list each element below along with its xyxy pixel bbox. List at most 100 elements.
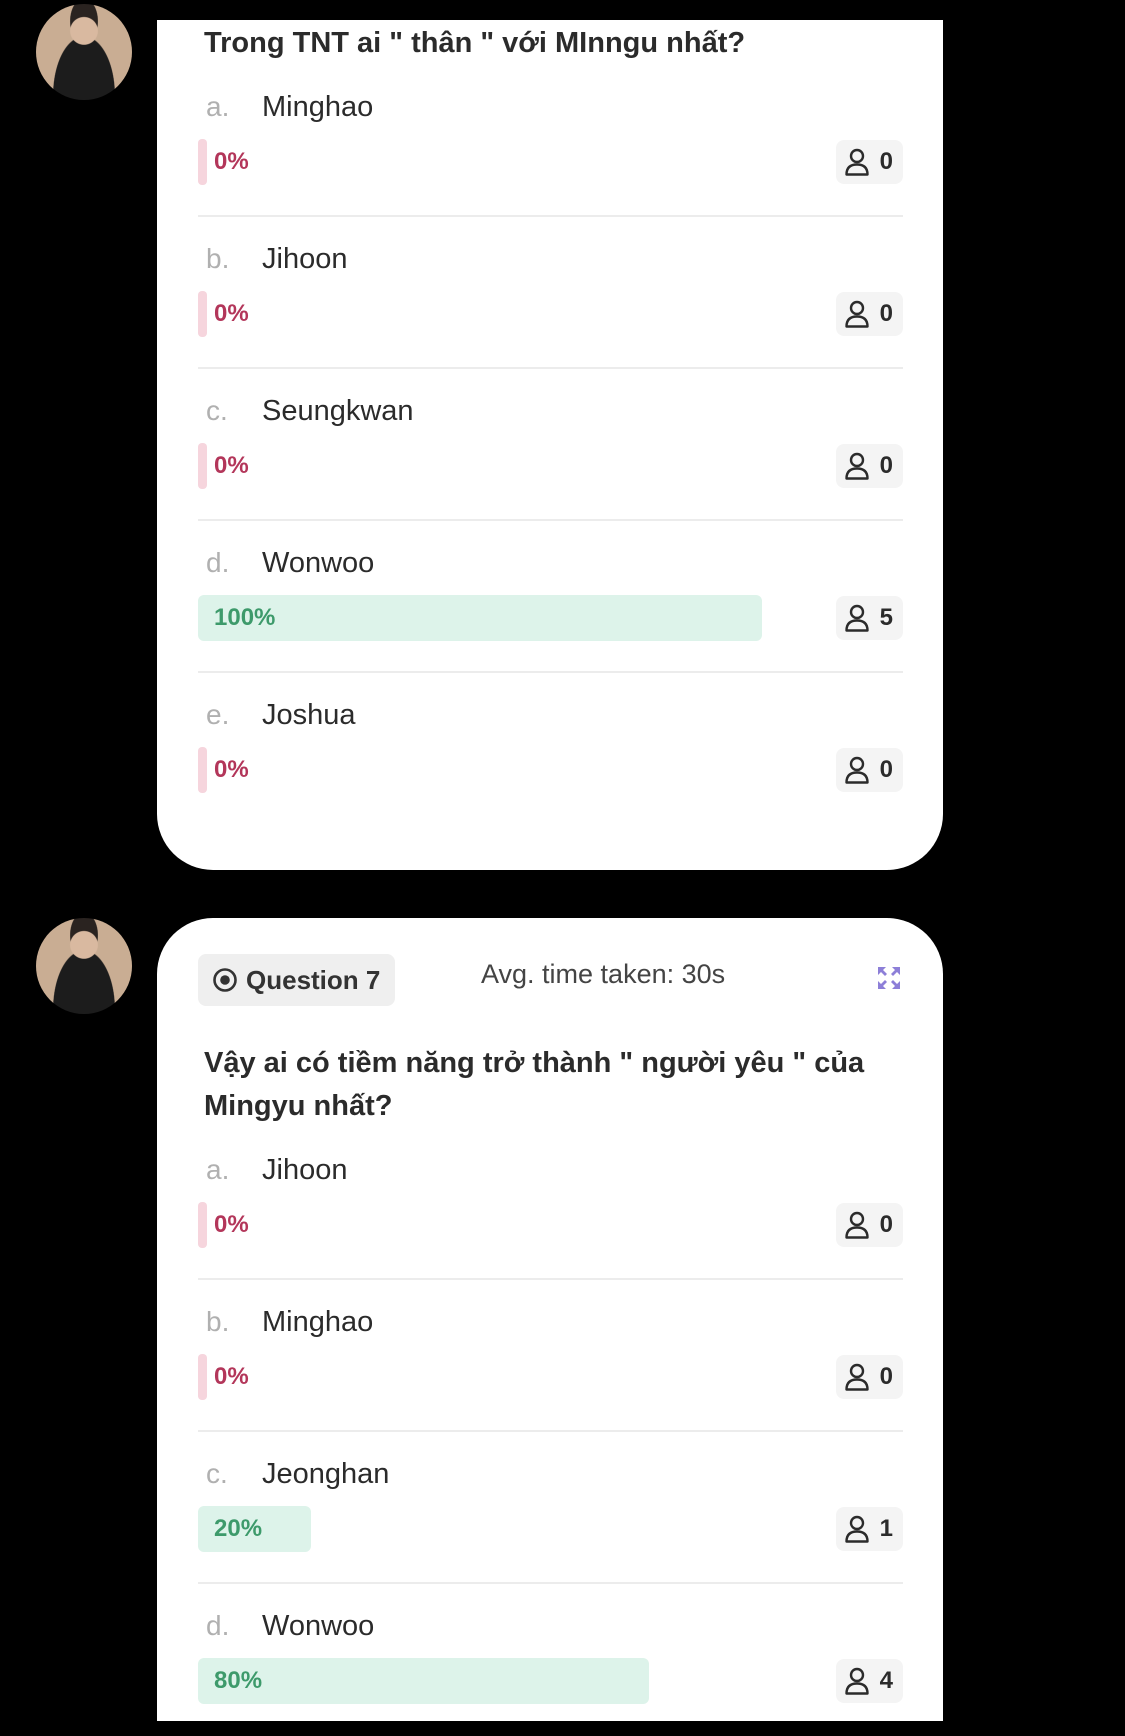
avatar [36, 4, 132, 100]
result-row: 0% 0 [198, 1202, 903, 1248]
poll-option: a. Minghao 0% 0 [198, 65, 903, 217]
result-bar [198, 139, 207, 185]
result-percent: 100% [214, 604, 276, 631]
user-icon [844, 604, 869, 632]
option-letter: e. [206, 699, 230, 730]
poll-option: c. Seungkwan 0% 0 [198, 369, 903, 521]
result-bar [198, 1354, 207, 1400]
result-percent: 0% [214, 452, 249, 479]
option-header: e. Joshua [198, 673, 903, 737]
participant-count-chip[interactable]: 5 [835, 596, 903, 640]
option-letter: b. [206, 1306, 230, 1337]
result-percent: 0% [214, 300, 249, 327]
option-letter: a. [206, 1154, 230, 1185]
result-row: 0% 0 [198, 139, 903, 185]
result-bar [198, 595, 762, 641]
participant-count-chip[interactable]: 0 [835, 292, 903, 336]
participant-count-chip[interactable]: 0 [835, 140, 903, 184]
user-icon [844, 756, 869, 784]
result-percent: 80% [214, 1667, 263, 1694]
option-letter: d. [206, 1610, 230, 1641]
participant-count-chip[interactable]: 0 [835, 1355, 903, 1399]
option-header: c. Jeonghan [198, 1432, 903, 1496]
avg-time: Avg. time taken: 30s [481, 959, 726, 989]
participant-count: 0 [879, 1211, 893, 1238]
option-text: Minghao [262, 90, 374, 123]
options-list: a. Jihoon 0% 0 b. Minghao 0% 0 c. Jeonghan 20% 1 d. W… [198, 1128, 903, 1736]
option-text: Jihoon [262, 242, 348, 275]
result-bar [198, 291, 207, 337]
result-percent: 0% [214, 756, 249, 783]
poll-option: c. Jeonghan 20% 1 [198, 1432, 903, 1584]
option-letter: c. [206, 395, 228, 426]
participant-count: 5 [879, 604, 893, 631]
question-text: Trong TNT ai " thân " với MInngu nhất? [204, 27, 746, 59]
result-percent: 0% [214, 1363, 249, 1390]
avatar [36, 918, 132, 1014]
poll-option: e. Joshua 0% 0 [198, 673, 903, 825]
user-icon [844, 300, 869, 328]
option-text: Joshua [262, 698, 356, 731]
option-letter: a. [206, 91, 230, 122]
options-list: a. Minghao 0% 0 b. Jihoon 0% 0 c. Seungkwan 0% 0 d. W… [198, 65, 903, 825]
question-text: Vậy ai có tiềm năng trở thành " người yê… [204, 1047, 865, 1122]
user-icon [844, 452, 869, 480]
option-header: a. Jihoon [198, 1128, 903, 1192]
poll-option: b. Jihoon 0% 0 [198, 217, 903, 369]
participant-count-chip[interactable]: 4 [835, 1659, 903, 1703]
question-number-chip: Question 7 [198, 954, 395, 1006]
result-row: 20% 1 [198, 1506, 903, 1552]
option-text: Seungkwan [262, 394, 414, 427]
option-text: Jihoon [262, 1153, 348, 1186]
option-letter: d. [206, 547, 230, 578]
participant-count-chip[interactable]: 1 [835, 1507, 903, 1551]
participant-count: 0 [879, 1363, 893, 1390]
result-row: 0% 0 [198, 1354, 903, 1400]
result-percent: 20% [214, 1515, 263, 1542]
option-text: Wonwoo [262, 1609, 375, 1642]
option-header: c. Seungkwan [198, 369, 903, 433]
participant-count: 4 [879, 1667, 893, 1694]
option-header: d. Wonwoo [198, 1584, 903, 1648]
participant-count: 1 [879, 1515, 893, 1542]
option-header: b. Jihoon [198, 217, 903, 281]
option-text: Jeonghan [262, 1457, 390, 1490]
result-row: 100% 5 [198, 595, 903, 641]
question-header: Question 7 Avg. time taken: 30s [198, 936, 903, 1034]
user-icon [844, 1515, 869, 1543]
poll-option: b. Minghao 0% 0 [198, 1280, 903, 1432]
result-bar [198, 1202, 207, 1248]
result-row: 0% 0 [198, 291, 903, 337]
option-header: b. Minghao [198, 1280, 903, 1344]
user-icon [844, 1211, 869, 1239]
result-bar [198, 1658, 650, 1704]
participant-count: 0 [879, 300, 893, 327]
user-icon [844, 1363, 869, 1391]
poll-option: d. Wonwoo 80% 4 [198, 1584, 903, 1736]
poll-option: a. Jihoon 0% 0 [198, 1128, 903, 1280]
poll-card: Question 7 Avg. time taken: 30s Vậy ai c… [157, 918, 943, 1721]
participant-count-chip[interactable]: 0 [835, 1203, 903, 1247]
poll-option: d. Wonwoo 100% 5 [198, 521, 903, 673]
participant-count-chip[interactable]: 0 [835, 748, 903, 792]
result-row: 0% 0 [198, 747, 903, 793]
result-bar [198, 747, 207, 793]
expand-icon[interactable] [877, 966, 901, 990]
participant-count: 0 [879, 452, 893, 479]
radio-target-icon [213, 968, 237, 992]
user-icon [844, 1667, 869, 1695]
result-percent: 0% [214, 148, 249, 175]
option-letter: c. [206, 1458, 228, 1489]
result-row: 80% 4 [198, 1658, 903, 1704]
option-text: Minghao [262, 1305, 374, 1338]
result-bar [198, 443, 207, 489]
question-number: Question 7 [246, 964, 381, 995]
option-header: a. Minghao [198, 65, 903, 129]
result-row: 0% 0 [198, 443, 903, 489]
option-header: d. Wonwoo [198, 521, 903, 585]
participant-count-chip[interactable]: 0 [835, 444, 903, 488]
participant-count: 0 [879, 148, 893, 175]
participant-count: 0 [879, 756, 893, 783]
option-letter: b. [206, 243, 230, 274]
result-percent: 0% [214, 1211, 249, 1238]
